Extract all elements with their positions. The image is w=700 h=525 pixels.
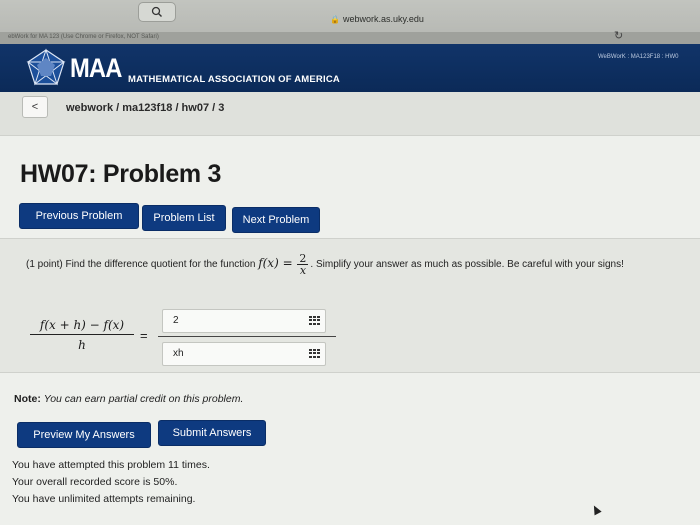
preview-answers-button[interactable]: Preview My Answers (17, 422, 151, 448)
problem-suffix: . Simplify your answer as much as possib… (310, 259, 624, 271)
lock-icon: 🔒 (330, 15, 340, 24)
back-button[interactable]: < (22, 96, 48, 118)
note-label: Note: (14, 393, 41, 405)
previous-problem-button[interactable]: Previous Problem (19, 203, 139, 229)
screen: 🔒 webwork.as.uky.edu ebWork for MA 123 (U… (0, 0, 700, 525)
answer-denominator-input[interactable]: xh (162, 342, 326, 366)
difference-quotient-numerator: f(x + h) − f(x) (30, 318, 134, 335)
function-lhs: f(x) = (258, 256, 293, 271)
answer-fraction-bar (158, 336, 336, 337)
page-title: HW07: Problem 3 (20, 160, 222, 188)
maa-subtitle: MATHEMATICAL ASSOCIATION OF AMERICA (128, 74, 340, 85)
next-problem-button[interactable]: Next Problem (232, 207, 320, 233)
breadcrumb[interactable]: webwork / ma123f18 / hw07 / 3 (66, 102, 224, 114)
submit-answers-button[interactable]: Submit Answers (158, 420, 266, 446)
attempts-status: You have attempted this problem 11 times… (12, 459, 210, 471)
score-status: Your overall recorded score is 50%. (12, 476, 178, 488)
problem-prefix: (1 point) Find the difference quotient f… (26, 259, 256, 271)
address-bar[interactable]: 🔒 webwork.as.uky.edu (330, 14, 630, 32)
maa-wordmark: MAA (70, 53, 122, 83)
search-icon (151, 6, 162, 17)
mouse-cursor (590, 503, 602, 516)
equation-editor-icon[interactable] (309, 316, 320, 325)
difference-quotient-denominator: h (78, 338, 86, 352)
function-denominator: x (299, 264, 307, 277)
equation-editor-icon[interactable] (309, 349, 320, 358)
answer-numerator-input[interactable]: 2 (162, 309, 326, 333)
equals-sign: = (140, 328, 148, 343)
url-text: webwork.as.uky.edu (342, 14, 424, 24)
problem-list-button[interactable]: Problem List (142, 205, 226, 231)
problem-statement: (1 point) Find the difference quotient f… (26, 253, 696, 276)
breadcrumb-bar (0, 92, 700, 136)
reload-icon[interactable]: ↻ (614, 29, 623, 42)
difference-quotient: f(x + h) − f(x) h (30, 318, 134, 352)
tab-webwork-hw07[interactable]: WeBWorK : MA123F18 : HW0 (598, 54, 678, 60)
partial-credit-note: Note: You can earn partial credit on thi… (14, 393, 243, 405)
reader-button[interactable] (138, 2, 176, 22)
tab-webwork-ma123[interactable]: ebWork for MA 123 (Use Chrome or Firefox… (8, 34, 159, 40)
maa-logo-icon[interactable] (26, 48, 66, 86)
note-text: You can earn partial credit on this prob… (43, 393, 244, 405)
maa-banner: MAA MATHEMATICAL ASSOCIATION OF AMERICA … (0, 44, 700, 92)
remaining-attempts-status: You have unlimited attempts remaining. (12, 493, 196, 505)
function-fraction: 2 x (297, 253, 309, 277)
